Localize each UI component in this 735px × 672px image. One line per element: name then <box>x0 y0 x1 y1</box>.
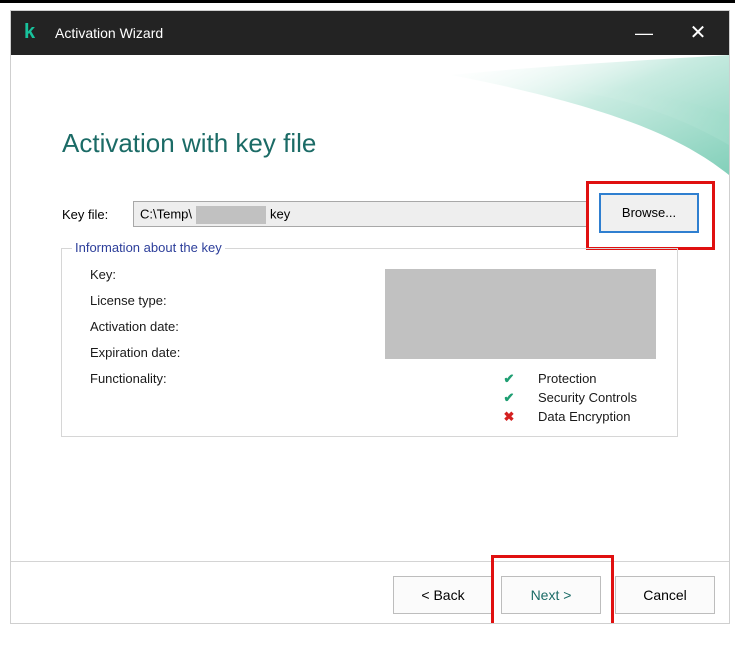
key-file-label: Key file: <box>62 207 109 222</box>
key-label: Key: <box>90 267 117 282</box>
header-decoration <box>451 55 729 175</box>
window-title: Activation Wizard <box>55 25 164 41</box>
license-type-label: License type: <box>90 293 167 308</box>
check-icon: ✔ <box>503 390 515 405</box>
redacted-key-details <box>385 269 656 359</box>
close-button[interactable]: ✕ <box>675 11 721 55</box>
key-file-path-prefix: C:\Temp\ <box>140 206 193 222</box>
cancel-button[interactable]: Cancel <box>615 576 715 614</box>
expiration-date-label: Expiration date: <box>90 345 181 360</box>
feature-label: Data Encryption <box>538 409 631 424</box>
top-border <box>0 0 735 3</box>
back-button[interactable]: < Back <box>393 576 493 614</box>
next-highlight <box>491 555 614 623</box>
activation-wizard-window: k Activation Wizard — ✕ Activation with … <box>10 10 730 624</box>
key-file-path-suffix: key <box>270 206 291 222</box>
key-file-path-input[interactable]: C:\Temp\ key <box>133 201 589 227</box>
kaspersky-logo-icon: k <box>24 21 36 43</box>
activation-date-label: Activation date: <box>90 319 179 334</box>
functionality-label: Functionality: <box>90 371 167 386</box>
feature-label: Protection <box>538 371 597 386</box>
cross-icon: ✖ <box>503 409 515 424</box>
title-bar: k Activation Wizard — ✕ <box>11 11 729 55</box>
feature-label: Security Controls <box>538 390 637 405</box>
key-info-legend: Information about the key <box>72 240 225 255</box>
key-info-group: Information about the key Key: License t… <box>61 240 678 437</box>
minimize-button[interactable]: — <box>621 11 667 55</box>
page-title: Activation with key file <box>62 128 317 159</box>
check-icon: ✔ <box>503 371 515 386</box>
browse-highlight <box>586 181 715 250</box>
redacted-block <box>196 206 267 224</box>
footer-separator <box>11 561 729 562</box>
